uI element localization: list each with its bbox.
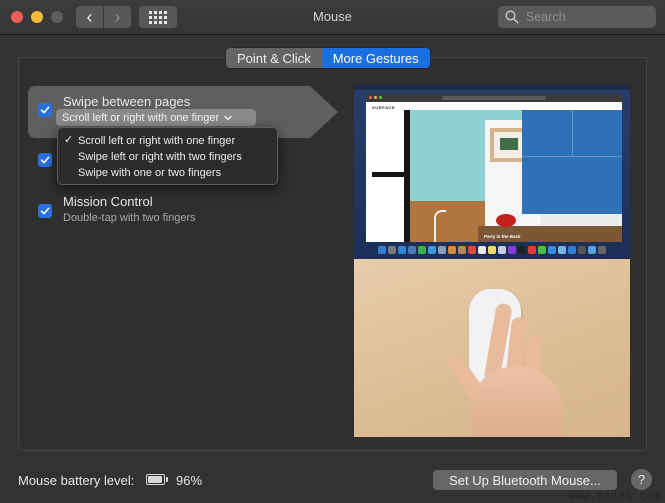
preview-dock [362,243,622,256]
tab-more-gestures[interactable]: More Gestures [321,48,430,68]
checkmark-icon: ✓ [64,134,74,146]
search-icon [505,10,519,24]
battery-level-label: Mouse battery level: [18,473,135,488]
menu-item-label: Swipe with one or two fingers [78,167,222,179]
watermark-text: www.deuaq.com [568,489,661,502]
preview-caption: Party in the Back [484,234,521,239]
checkmark-icon [40,207,50,215]
checkmark-icon [40,156,50,164]
mission-control-label: Mission Control [63,194,153,209]
battery-percentage: 96% [176,473,203,488]
help-button[interactable]: ? [631,469,652,490]
popup-value: Scroll left or right with one finger [62,111,220,124]
title-bar: ‹ › Mouse [0,0,665,35]
gesture-preview-video: SURFACE Party in the Back [354,85,630,437]
swipe-options-menu: ✓ Scroll left or right with one finger S… [57,127,278,185]
menu-item-scroll-one-finger[interactable]: ✓ Scroll left or right with one finger [58,133,277,149]
search-field[interactable] [498,6,656,28]
question-mark-icon: ? [637,472,646,487]
set-up-bluetooth-mouse-button[interactable]: Set Up Bluetooth Mouse... [433,470,617,490]
preview-desktop-screenshot: SURFACE Party in the Back [354,85,630,259]
tab-point-and-click[interactable]: Point & Click [226,48,322,68]
hand-image [472,367,562,437]
menu-item-label: Scroll left or right with one finger [78,135,236,147]
mission-control-checkbox[interactable] [38,204,52,218]
mission-control-description: Double-tap with two fingers [63,212,196,224]
swipe-between-pages-checkbox[interactable] [38,103,52,117]
chevron-down-icon [224,113,232,123]
preview-browser-window: SURFACE Party in the Back [366,94,622,242]
preview-menu-bar [354,85,630,90]
preview-site-image: Party in the Back [366,110,622,242]
search-input[interactable] [524,9,648,25]
tab-bar: Point & Click More Gestures [226,48,430,68]
battery-icon [146,474,165,485]
battery-terminal [166,477,168,482]
menu-item-swipe-one-or-two[interactable]: Swipe with one or two fingers [58,165,277,181]
swipe-between-pages-label: Swipe between pages [63,94,191,109]
menu-item-swipe-two-fingers[interactable]: Swipe left or right with two fingers [58,149,277,165]
menu-item-label: Swipe left or right with two fingers [78,151,242,163]
checkmark-icon [40,106,50,114]
swipe-between-pages-popup[interactable]: Scroll left or right with one finger [56,109,256,126]
preview-mouse-demo [354,259,630,437]
gesture-2-checkbox[interactable] [38,153,52,167]
